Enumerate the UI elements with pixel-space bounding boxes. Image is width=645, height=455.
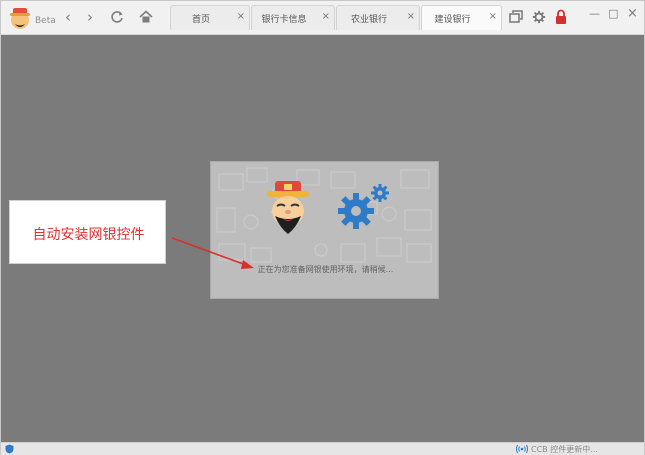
signal-icon <box>516 444 528 454</box>
small-gear-icon <box>371 184 389 202</box>
tab-close-icon[interactable]: × <box>322 11 330 23</box>
status-text: CCB 控件更新中... <box>531 445 598 454</box>
tab-close-icon[interactable]: × <box>407 11 415 23</box>
forward-icon[interactable]: › <box>82 9 98 25</box>
settings-icon[interactable] <box>532 9 546 25</box>
tab-abc-bank[interactable]: 农业银行 × <box>336 5 420 30</box>
top-bar: Beta ‹ › 首页 × 银行卡信息 × 农业银行 × 建设银行 × — □ … <box>1 1 644 35</box>
tab-label: 建设银行 <box>434 15 471 25</box>
decorative-pattern <box>216 167 432 263</box>
shield-icon[interactable] <box>5 444 14 454</box>
beta-label: Beta <box>35 16 56 26</box>
lock-icon[interactable] <box>555 9 567 25</box>
tab-label: 首页 <box>191 15 210 25</box>
tab-close-icon[interactable]: × <box>237 11 245 23</box>
annotation-callout: 自动安装网银控件 <box>9 200 166 264</box>
app-logo-icon[interactable] <box>7 6 33 30</box>
close-window-button[interactable]: × <box>627 6 638 21</box>
annotation-text: 自动安装网银控件 <box>32 227 145 243</box>
multi-window-icon[interactable] <box>509 9 523 25</box>
fortune-god-mascot-icon <box>267 181 309 234</box>
status-bar: CCB 控件更新中... <box>1 442 644 455</box>
tab-bank-card-info[interactable]: 银行卡信息 × <box>251 5 335 30</box>
back-icon[interactable]: ‹ <box>60 9 76 25</box>
page-overlay: 正在为您准备网银使用环境，请稍候... 自动安装网银控件 <box>1 35 644 442</box>
large-gear-icon <box>338 193 374 229</box>
home-icon[interactable] <box>138 9 154 25</box>
tab-close-icon[interactable]: × <box>489 11 497 23</box>
refresh-icon[interactable] <box>109 9 125 25</box>
loading-dialog: 正在为您准备网银使用环境，请稍候... <box>210 161 439 299</box>
tab-home[interactable]: 首页 × <box>170 5 250 30</box>
tab-label: 农业银行 <box>350 15 387 25</box>
maximize-button[interactable]: □ <box>608 7 618 20</box>
browser-window: Beta ‹ › 首页 × 银行卡信息 × 农业银行 × 建设银行 × — □ … <box>0 0 645 455</box>
minimize-button[interactable]: — <box>589 7 600 20</box>
loading-message: 正在为您准备网银使用环境，请稍候... <box>257 265 394 274</box>
tab-ccb-bank[interactable]: 建设银行 × <box>421 5 502 30</box>
tab-label: 银行卡信息 <box>261 15 307 25</box>
